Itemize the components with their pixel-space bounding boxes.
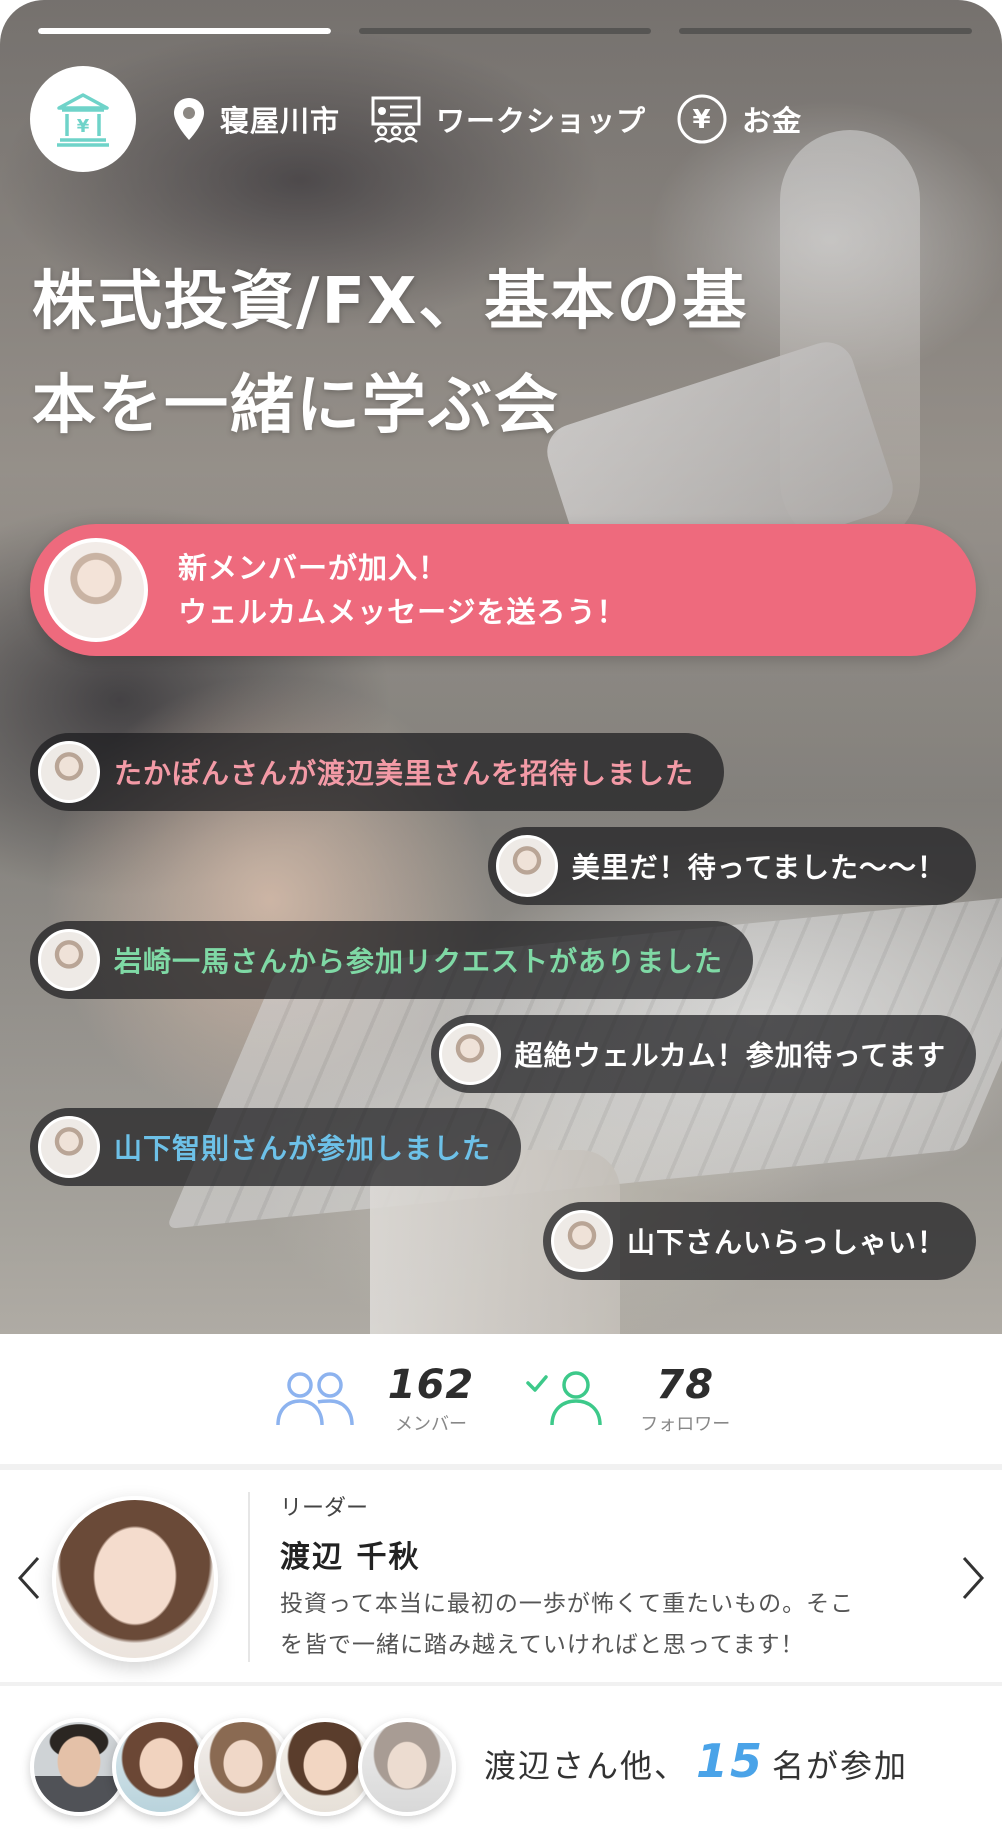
participants-prefix: 渡辺さん他、 <box>484 1747 689 1785</box>
followers-label: フォロワー <box>640 1414 731 1435</box>
followers-stat[interactable]: 78 フォロワー <box>524 1362 730 1436</box>
leader-avatar[interactable] <box>52 1496 218 1662</box>
feed-text: 美里だ！待ってました〜〜！ <box>571 851 946 884</box>
feed-avatar <box>38 741 100 803</box>
feed-bubble[interactable]: たかぽんさんが渡辺美里さんを招待しました <box>30 733 725 811</box>
feed-bubble[interactable]: 山下智則さんが参加しました <box>30 1108 522 1186</box>
story-header: ¥ 寝屋川市 ワークショップ ¥ お金 <box>30 64 972 174</box>
follower-check-icon <box>526 1371 602 1426</box>
progress-fill <box>38 28 331 34</box>
followers-numbers: 78 フォロワー <box>640 1362 730 1436</box>
followers-count: 78 <box>656 1362 715 1408</box>
feed-bubble[interactable]: 超絶ウェルカム！参加待ってます <box>430 1015 976 1093</box>
new-member-banner[interactable]: 新メンバーが加入！ ウェルカムメッセージを送ろう！ <box>30 524 976 656</box>
svg-text:¥: ¥ <box>77 116 90 137</box>
members-count: 162 <box>387 1362 475 1408</box>
members-label: メンバー <box>395 1414 467 1435</box>
members-numbers: 162 メンバー <box>388 1362 475 1436</box>
feed-bubble[interactable]: 岩崎一馬さんから参加リクエストがありました <box>30 921 754 999</box>
hero-photo: ¥ 寝屋川市 ワークショップ ¥ お金 株式投資/FX、基本の基 本を一緒に学ぶ… <box>0 0 1002 1334</box>
participants-count: 15 <box>696 1734 765 1788</box>
title-line-2: 本を一緒に学ぶ会 <box>32 369 560 443</box>
community-title: 株式投資/FX、基本の基 本を一緒に学ぶ会 <box>32 250 962 458</box>
banner-line-1: 新メンバーが加入！ <box>178 551 449 585</box>
members-stat[interactable]: 162 メンバー <box>272 1362 475 1436</box>
location-tag[interactable]: 寝屋川市 <box>172 96 340 142</box>
section-divider <box>0 1682 1002 1686</box>
chevron-right-icon[interactable] <box>958 1554 988 1602</box>
leader-message-line-1: 投資って本当に最初の一歩が怖くて重たいもの。そこ <box>280 1591 855 1617</box>
participants-suffix: 名が参加 <box>772 1747 909 1785</box>
category-label: ワークショップ <box>436 104 647 138</box>
feed-avatar <box>438 1023 501 1085</box>
progress-segment <box>38 28 331 34</box>
story-meta: 寝屋川市 ワークショップ ¥ お金 <box>172 93 802 145</box>
chevron-left-icon[interactable] <box>14 1554 44 1602</box>
feed-bubble[interactable]: 美里だ！待ってました〜〜！ <box>487 827 976 905</box>
topic-label: お金 <box>742 104 803 138</box>
feed-text: 山下さんいらっしゃい！ <box>626 1226 946 1259</box>
feed-text: 山下智則さんが参加しました <box>114 1132 492 1165</box>
location-label: 寝屋川市 <box>220 104 341 138</box>
participant-avatar <box>358 1718 456 1816</box>
participants-row[interactable]: 渡辺さん他、 15 名が参加 <box>0 1690 1002 1836</box>
progress-segment <box>679 28 973 34</box>
svg-text:¥: ¥ <box>692 105 711 135</box>
new-member-message: 新メンバーが加入！ ウェルカムメッセージを送ろう！ <box>178 546 627 634</box>
community-logo[interactable]: ¥ <box>30 66 136 172</box>
map-pin-icon <box>174 98 204 140</box>
leader-message: 投資って本当に最初の一歩が怖くて重たいもの。そこ を皆で一緒に踏み越えていければ… <box>280 1584 930 1666</box>
title-line-1: 株式投資/FX、基本の基 <box>32 265 749 339</box>
feed-avatar <box>550 1210 613 1272</box>
leader-divider <box>248 1492 250 1662</box>
members-icon <box>276 1372 354 1426</box>
feed-bubble[interactable]: 山下さんいらっしゃい！ <box>542 1202 976 1280</box>
feed-avatar <box>495 835 558 897</box>
story-progress <box>38 28 973 34</box>
yen-coin-icon: ¥ <box>677 94 727 144</box>
participants-summary: 渡辺さん他、 15 名が参加 <box>484 1734 908 1788</box>
leader-card: リーダー 渡辺 千秋 投資って本当に最初の一歩が怖くて重たいもの。そこ を皆で一… <box>0 1470 1002 1682</box>
story-screen: ¥ 寝屋川市 ワークショップ ¥ お金 株式投資/FX、基本の基 本を一緒に学ぶ… <box>0 0 1002 1836</box>
banner-line-2: ウェルカムメッセージを送ろう！ <box>178 595 627 629</box>
new-member-avatar <box>44 538 148 642</box>
workshop-icon <box>371 96 421 143</box>
community-stats: 162 メンバー 78 フォロワー <box>0 1334 1002 1464</box>
bank-icon: ¥ <box>57 93 109 147</box>
feed-text: 岩崎一馬さんから参加リクエストがありました <box>114 945 724 978</box>
progress-segment <box>358 28 652 34</box>
participant-avatars <box>30 1718 490 1818</box>
leader-message-line-2: を皆で一緒に踏み越えていければと思ってます！ <box>280 1632 805 1658</box>
feed-avatar <box>38 929 100 991</box>
category-tag[interactable]: ワークショップ <box>370 95 646 143</box>
topic-tag[interactable]: ¥ お金 <box>676 93 802 145</box>
feed-text: たかぽんさんが渡辺美里さんを招待しました <box>114 757 695 790</box>
leader-name: 渡辺 千秋 <box>280 1540 421 1575</box>
leader-role: リーダー <box>280 1496 369 1521</box>
feed-text: 超絶ウェルカム！参加待ってます <box>514 1039 946 1072</box>
feed-avatar <box>38 1116 100 1178</box>
